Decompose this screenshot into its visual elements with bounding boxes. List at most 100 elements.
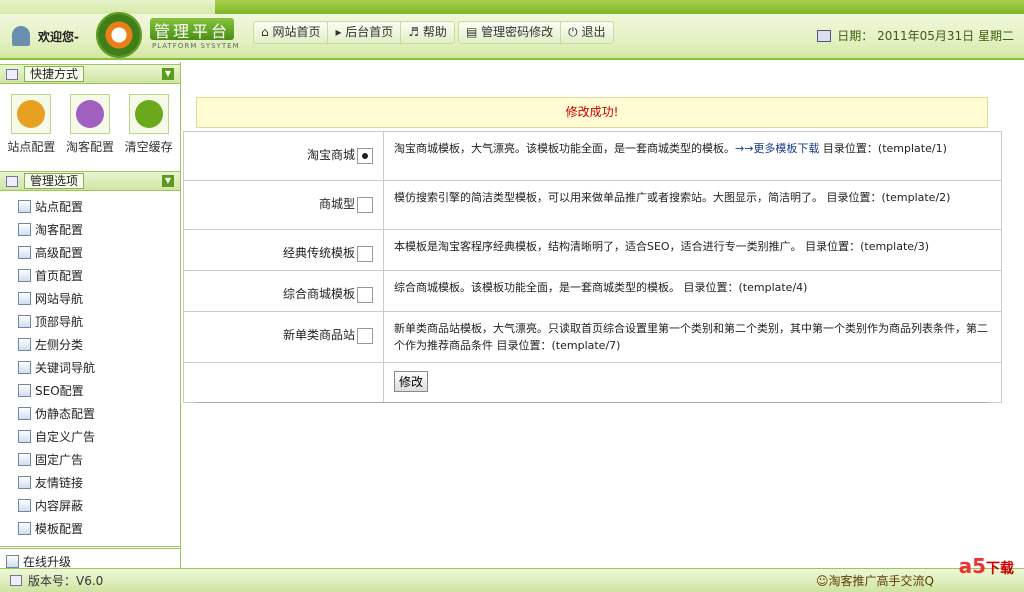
logo-title: 管理平台 <box>150 18 234 41</box>
sidebar-item[interactable]: 网站导航 <box>0 287 180 310</box>
table-row: 新单类商品站 新单类商品站模板，大气漂亮。只读取首页综合设置里第一个类别和第二个类… <box>183 311 1002 363</box>
item-icon <box>18 292 31 305</box>
submit-button[interactable]: 修改 <box>394 371 429 392</box>
shortcut-icon <box>11 94 52 134</box>
header: 欢迎您- 管理平台 PLATFORM SYSYTEM ⌂ 网站首页 ▸ 后台首页 ♬… <box>0 0 1024 60</box>
template-name-cell: 新单类商品站 <box>183 311 384 363</box>
template-location: 目录位置：(template/7) <box>493 339 621 352</box>
item-label: 顶部导航 <box>35 315 84 329</box>
sidebar-item[interactable]: 顶部导航 <box>0 310 180 333</box>
shortcut-1[interactable]: 淘客配置 <box>66 94 114 155</box>
footer: 版本号：V6.0 ☺淘客推广高手交流Q <box>0 568 1024 592</box>
item-label: 关键词导航 <box>35 361 96 375</box>
sidebar-item[interactable]: 站点配置 <box>0 195 180 218</box>
item-label: 高级配置 <box>35 246 84 260</box>
nav-label: 管理密码修改 <box>481 25 554 39</box>
panel-icon <box>6 175 18 187</box>
sidebar-item[interactable]: 左侧分类 <box>0 333 180 356</box>
item-label: 站点配置 <box>35 200 84 214</box>
sidebar-item[interactable]: 伪静态配置 <box>0 402 180 425</box>
item-icon <box>18 476 31 489</box>
sidebar-item[interactable]: SEO配置 <box>0 379 180 402</box>
template-table: 淘宝商城 淘宝商城模板，大气漂亮。该模板功能全面，是一套商城类型的模板。→→更多模… <box>183 131 1002 403</box>
manage-title: 管理选项 <box>24 173 85 189</box>
template-location: 目录位置：(template/1) <box>819 142 947 155</box>
item-icon <box>18 522 31 535</box>
item-icon <box>18 246 31 259</box>
shortcut-icon <box>69 94 110 134</box>
template-location: 目录位置：(template/2) <box>823 191 951 204</box>
power-icon: ⏻ <box>568 25 582 39</box>
sidebar-item[interactable]: 固定广告 <box>0 448 180 471</box>
sidebar-item[interactable]: 首页配置 <box>0 264 180 287</box>
shortcut-2[interactable]: 清空缓存 <box>125 94 173 155</box>
nav-button[interactable]: ♬ 帮助 <box>401 22 454 43</box>
header-band <box>215 0 1024 14</box>
collapse-icon[interactable]: ▼ <box>162 68 174 80</box>
shortcut-0[interactable]: 站点配置 <box>7 94 55 155</box>
template-name: 新单类商品站 <box>282 328 355 342</box>
shortcut-icon <box>128 94 169 134</box>
qq-group-link[interactable]: ☺淘客推广高手交流Q <box>816 572 934 589</box>
template-desc-cell: 综合商城模板。该模板功能全面，是一套商城类型的模板。 目录位置：(templat… <box>383 270 1002 312</box>
nav-label: 后台首页 <box>345 25 394 39</box>
logo-icon <box>96 12 142 58</box>
template-name-cell: 淘宝商城 <box>183 131 384 181</box>
divider <box>0 546 180 549</box>
more-templates-link[interactable]: →→更多模板下载 <box>735 142 819 155</box>
item-icon <box>18 315 31 328</box>
nav-group: ▤ 管理密码修改 ⏻ 退出 <box>458 21 614 44</box>
item-icon <box>18 499 31 512</box>
collapse-icon[interactable]: ▼ <box>162 175 174 187</box>
template-radio[interactable] <box>357 245 373 262</box>
nav-button[interactable]: ⌂ 网站首页 <box>254 22 329 43</box>
item-icon <box>18 407 31 420</box>
watermark-logo: a5下载 <box>958 554 1014 578</box>
welcome-text: 欢迎您- <box>38 29 79 44</box>
nav-button[interactable]: ▸ 后台首页 <box>328 22 402 43</box>
menu-list: 站点配置淘客配置高级配置首页配置网站导航顶部导航左侧分类关键词导航 SEO配置 伪静… <box>0 191 180 540</box>
template-desc: 淘宝商城模板，大气漂亮。该模板功能全面，是一套商城类型的模板。 <box>394 142 735 155</box>
template-location: 目录位置：(template/4) <box>680 281 808 294</box>
sidebar-item[interactable]: 友情链接 <box>0 471 180 494</box>
table-row: 商城型 模仿搜索引擎的简洁类型模板，可以用来做单品推广或者搜索站。大图显示，简洁明… <box>183 180 1002 230</box>
welcome: 欢迎您- <box>12 26 79 46</box>
template-desc-cell: 新单类商品站模板，大气漂亮。只读取首页综合设置里第一个类别和第二个类别，其中第一… <box>383 311 1002 363</box>
template-name: 商城型 <box>318 197 355 211</box>
template-radio[interactable] <box>357 196 373 213</box>
template-desc-cell: 淘宝商城模板，大气漂亮。该模板功能全面，是一套商城类型的模板。→→更多模板下载 … <box>383 131 1002 181</box>
shortcut-title: 快捷方式 <box>24 66 85 82</box>
empty-cell <box>183 362 384 403</box>
item-label: 首页配置 <box>35 269 84 283</box>
template-location: 目录位置：(template/3) <box>801 240 930 253</box>
user-icon <box>12 26 30 46</box>
nav-button[interactable]: ▤ 管理密码修改 <box>459 22 562 43</box>
divider <box>196 402 988 403</box>
shortcut-label: 淘客配置 <box>65 140 114 154</box>
home-icon: ⌂ <box>261 25 273 39</box>
shortcut-header[interactable]: 快捷方式 ▼ <box>0 64 180 84</box>
template-radio[interactable] <box>357 327 373 344</box>
template-radio[interactable] <box>357 147 373 164</box>
nav-button[interactable]: ⏻ 退出 <box>561 22 612 43</box>
template-desc-cell: 模仿搜索引擎的简洁类型模板，可以用来做单品推广或者搜索站。大图显示，简洁明了。 … <box>383 180 1002 230</box>
date-display: 日期： 2011年05月31日 星期二 <box>817 27 1014 44</box>
table-row: 综合商城模板 综合商城模板。该模板功能全面，是一套商城类型的模板。 目录位置：(t… <box>183 270 1002 312</box>
sidebar-item[interactable]: 高级配置 <box>0 241 180 264</box>
sidebar-item[interactable]: 关键词导航 <box>0 356 180 379</box>
item-label: 友情链接 <box>35 476 84 490</box>
nav-label: 退出 <box>581 25 606 39</box>
submit-cell: 修改 <box>383 362 1002 403</box>
sidebar-item[interactable]: 淘客配置 <box>0 218 180 241</box>
sidebar-item[interactable]: 模板配置 <box>0 517 180 540</box>
success-message: 修改成功! <box>196 97 988 128</box>
item-icon <box>18 223 31 236</box>
template-radio[interactable] <box>357 286 373 303</box>
sidebar-item[interactable]: 内容屏蔽 <box>0 494 180 517</box>
calendar-icon <box>817 29 832 42</box>
item-icon <box>18 430 31 443</box>
manage-header[interactable]: 管理选项 ▼ <box>0 171 180 191</box>
template-name: 综合商城模板 <box>282 287 355 301</box>
item-icon <box>18 338 31 351</box>
sidebar-item[interactable]: 自定义广告 <box>0 425 180 448</box>
